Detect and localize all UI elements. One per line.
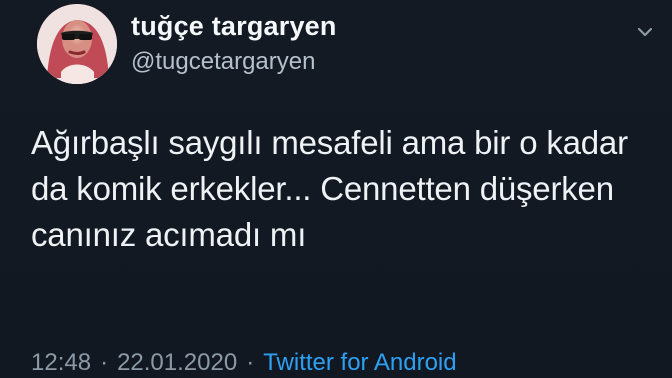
tweet-date[interactable]: 22.01.2020 <box>117 348 237 378</box>
tweet-body-text: Ağırbaşlı saygılı mesafeli ama bir o kad… <box>31 120 655 258</box>
author-block: tuğçe targaryen @tugcetargaryen <box>131 10 491 80</box>
tweet-time[interactable]: 12:48 <box>31 348 91 378</box>
author-handle[interactable]: @tugcetargaryen <box>131 47 315 77</box>
tweet-text-line-1: Ağırbaşlı saygılı mesafeli ama bir o kad… <box>31 124 628 161</box>
author-display-name[interactable]: tuğçe targaryen <box>131 10 337 42</box>
tweet-source-link[interactable]: Twitter for Android <box>263 348 456 378</box>
chevron-down-icon[interactable] <box>630 17 660 47</box>
profile-avatar-icon <box>37 4 117 84</box>
avatar[interactable] <box>37 4 117 84</box>
tweet-card: tuğçe targaryen @tugcetargaryen Ağırbaşl… <box>0 0 672 378</box>
meta-separator-1: · <box>100 348 109 376</box>
tweet-text-line-3: canınız acımadı mı <box>31 216 307 253</box>
tweet-metadata: 12:48 · 22.01.2020 · Twitter for Android <box>31 347 457 378</box>
meta-separator-2: · <box>246 348 255 376</box>
tweet-text-line-2: da komik erkekler... Cennetten düşerken <box>31 170 614 207</box>
